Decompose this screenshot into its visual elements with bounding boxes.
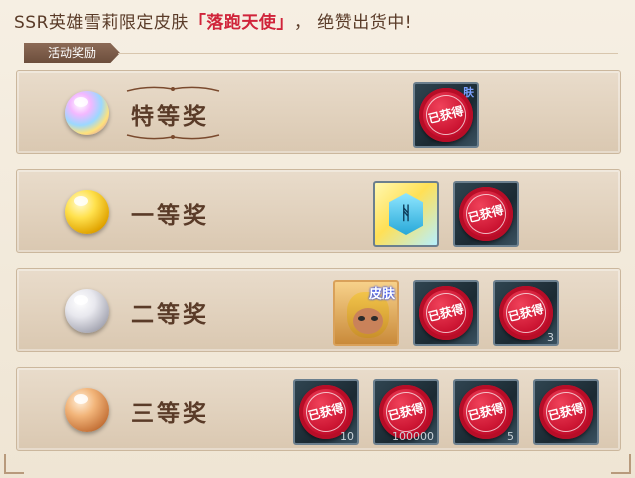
reward-slot[interactable]: 已获得 <box>413 280 479 346</box>
reward-row-second: 二等奖 皮肤 已获得 已获得 3 <box>16 268 621 352</box>
section-divider <box>118 53 618 54</box>
event-headline: SSR英雄雪莉限定皮肤「落跑天使」， 绝赞出货中! <box>14 8 412 33</box>
event-reward-panel: SSR英雄雪莉限定皮肤「落跑天使」， 绝赞出货中! 活动奖励 特等奖 肤 已获得… <box>0 0 635 478</box>
flourish-top-icon <box>126 86 220 92</box>
claimed-seal-icon: 已获得 <box>459 187 513 241</box>
claimed-seal-icon: 已获得 <box>419 286 473 340</box>
frame-corner-decoration <box>611 454 631 474</box>
claimed-seal-icon: 已获得 <box>419 88 473 142</box>
silver-orb-icon <box>65 289 109 333</box>
flourish-bottom-icon <box>126 134 220 140</box>
gold-orb-icon <box>65 190 109 234</box>
claimed-seal-icon: 已获得 <box>499 286 553 340</box>
reward-slot[interactable]: 已获得 3 <box>493 280 559 346</box>
slot-count: 100000 <box>392 430 434 443</box>
hero-eye-icon <box>371 316 378 321</box>
reward-slot[interactable]: 已获得 10 <box>293 379 359 445</box>
claimed-seal-label: 已获得 <box>301 387 351 437</box>
slot-count: 5 <box>507 430 514 443</box>
reward-slot[interactable]: ᚻ <box>373 181 439 247</box>
rainbow-orb-icon <box>65 91 109 135</box>
claimed-seal-label: 已获得 <box>381 387 431 437</box>
reward-slot[interactable]: 已获得 <box>453 181 519 247</box>
reward-slot[interactable]: 皮肤 <box>333 280 399 346</box>
hero-eye-icon <box>358 316 365 321</box>
reward-slot[interactable]: 已获得 <box>533 379 599 445</box>
headline-prefix: SSR英雄雪莉限定皮肤 <box>14 13 189 33</box>
reward-row-grand: 特等奖 肤 已获得 <box>16 70 621 154</box>
headline-skin-name: 「落跑天使」 <box>188 13 294 33</box>
frame-corner-decoration <box>4 454 24 474</box>
reward-slot[interactable]: 已获得 5 <box>453 379 519 445</box>
reward-slot[interactable]: 已获得 100000 <box>373 379 439 445</box>
claimed-seal-label: 已获得 <box>421 90 471 140</box>
hero-face-icon <box>353 308 383 334</box>
claimed-seal-label: 已获得 <box>461 387 511 437</box>
slot-count: 3 <box>547 331 554 344</box>
reward-slot[interactable]: 肤 已获得 <box>413 82 479 148</box>
claimed-seal-label: 已获得 <box>421 288 471 338</box>
skin-badge: 皮肤 <box>368 287 395 302</box>
bronze-orb-icon <box>65 388 109 432</box>
claimed-seal-label: 已获得 <box>501 288 551 338</box>
rank-label: 三等奖 <box>131 401 209 427</box>
rank-label: 二等奖 <box>131 302 209 328</box>
rank-label: 特等奖 <box>131 104 209 130</box>
claimed-seal-label: 已获得 <box>541 387 591 437</box>
section-tag: 活动奖励 <box>24 43 120 63</box>
reward-row-first: 一等奖 ᚻ 已获得 <box>16 169 621 253</box>
slot-count: 10 <box>340 430 354 443</box>
claimed-seal-label: 已获得 <box>461 189 511 239</box>
headline-suffix: ， 绝赞出货中! <box>293 13 413 33</box>
rank-label: 一等奖 <box>131 203 209 229</box>
claimed-seal-icon: 已获得 <box>539 385 593 439</box>
reward-row-third: 三等奖 已获得 10 已获得 100000 已获得 5 已获得 <box>16 367 621 451</box>
claimed-seal-icon: 已获得 <box>459 385 513 439</box>
rune-glyph-icon: ᚻ <box>400 203 412 224</box>
